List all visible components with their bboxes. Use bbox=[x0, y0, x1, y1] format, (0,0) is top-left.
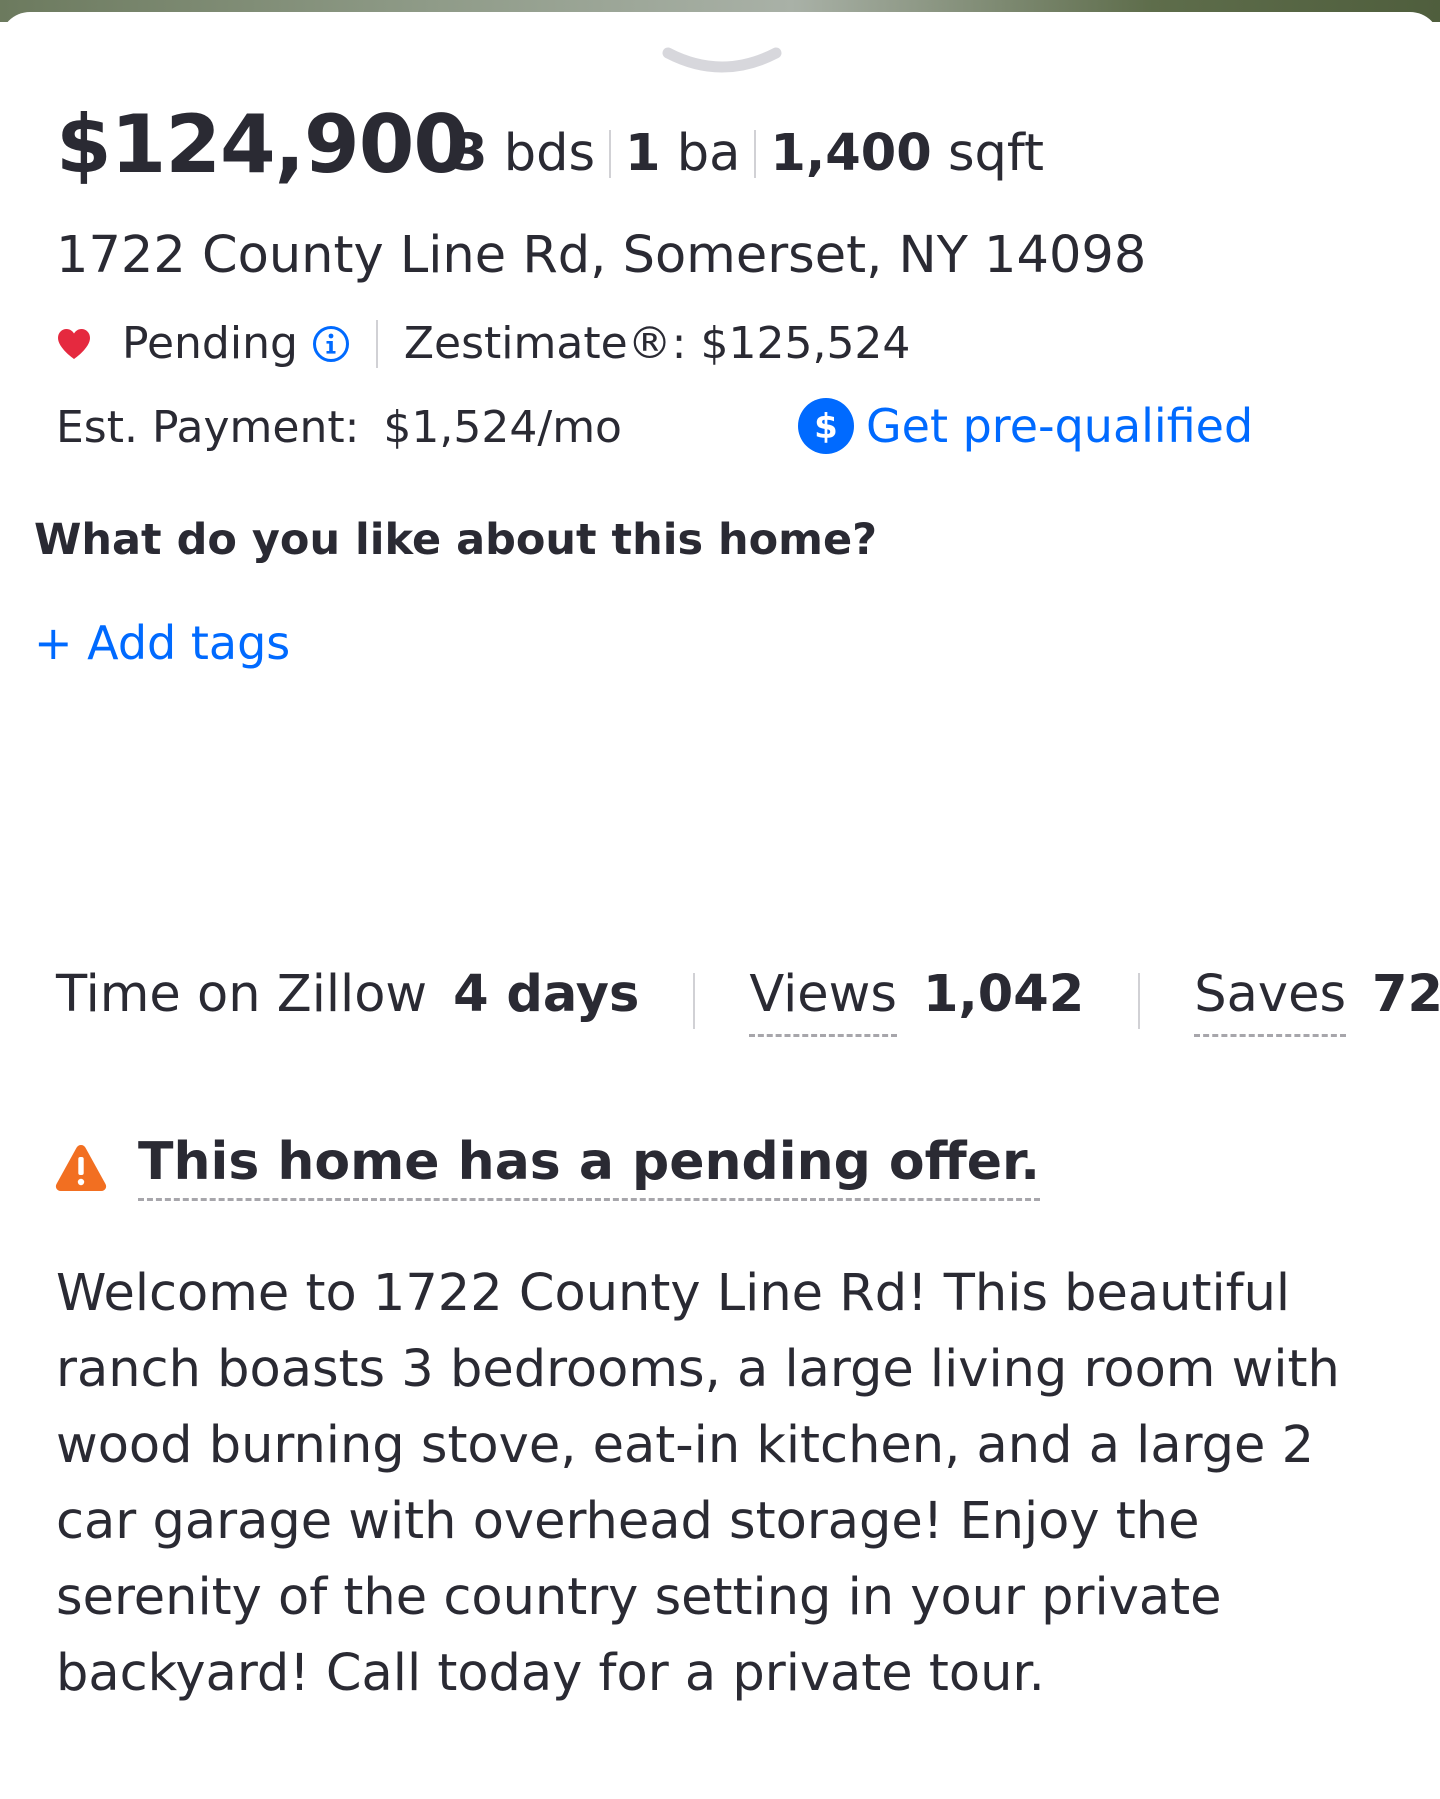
est-payment: Est. Payment: $1,524/mo bbox=[56, 402, 622, 453]
listing-facts: 3 bds 1 ba 1,400 sqft bbox=[452, 124, 1044, 183]
stats-divider bbox=[1138, 973, 1141, 1029]
listing-description: Welcome to 1722 County Line Rd! This bea… bbox=[56, 1264, 1340, 1703]
listing-price: $124,900 bbox=[56, 98, 469, 191]
baths-value: 1 bbox=[625, 124, 661, 183]
status-divider bbox=[375, 319, 378, 368]
est-payment-value: $1,524/mo bbox=[383, 402, 622, 453]
listing-address: 1722 County Line Rd, Somerset, NY 14098 bbox=[56, 226, 1147, 285]
zestimate: Zestimate®: $125,524 bbox=[403, 318, 911, 369]
time-on-zillow-value: 4 days bbox=[453, 965, 640, 1024]
tags-question: What do you like about this home? bbox=[34, 515, 878, 565]
add-tags-link[interactable]: + Add tags bbox=[34, 616, 290, 670]
listing-stats: Time on Zillow 4 days Views 1,042 Saves 72 bbox=[56, 965, 1440, 1037]
info-icon[interactable] bbox=[312, 325, 350, 363]
baths-fact: 1 ba bbox=[625, 124, 740, 183]
svg-text:$: $ bbox=[814, 407, 838, 447]
stats-divider bbox=[693, 973, 696, 1029]
time-on-zillow-label: Time on Zillow bbox=[56, 965, 428, 1024]
pending-offer-text[interactable]: This home has a pending offer. bbox=[138, 1132, 1041, 1201]
beds-value: 3 bbox=[452, 124, 488, 183]
sqft-unit: sqft bbox=[947, 124, 1044, 183]
get-prequalified-link[interactable]: $ Get pre-qualified bbox=[798, 398, 1253, 454]
saves-label[interactable]: Saves bbox=[1194, 965, 1347, 1037]
pending-offer-alert[interactable]: This home has a pending offer. bbox=[54, 1132, 1041, 1201]
sqft-fact: 1,400 sqft bbox=[770, 124, 1044, 183]
warning-icon bbox=[55, 1144, 107, 1191]
facts-divider bbox=[754, 129, 757, 178]
chevron-down-icon[interactable] bbox=[660, 45, 784, 81]
status-row: Pending Zestimate®: $125,524 bbox=[56, 318, 910, 369]
facts-divider bbox=[609, 129, 612, 178]
beds-fact: 3 bds bbox=[452, 124, 595, 183]
get-prequalified-label: Get pre-qualified bbox=[866, 399, 1254, 453]
views-value: 1,042 bbox=[922, 965, 1085, 1024]
baths-unit: ba bbox=[676, 124, 741, 183]
views-label[interactable]: Views bbox=[749, 965, 897, 1037]
time-on-zillow-stat: Time on Zillow 4 days bbox=[56, 965, 639, 1037]
heart-icon bbox=[58, 328, 90, 359]
views-stat[interactable]: Views 1,042 bbox=[749, 965, 1084, 1037]
beds-unit: bds bbox=[503, 124, 596, 183]
dollar-icon: $ bbox=[798, 398, 854, 454]
saves-value: 72 bbox=[1372, 965, 1440, 1024]
est-payment-label: Est. Payment: bbox=[56, 402, 360, 453]
sqft-value: 1,400 bbox=[770, 124, 932, 183]
saves-stat[interactable]: Saves 72 bbox=[1194, 965, 1440, 1037]
status-label: Pending bbox=[122, 318, 298, 369]
